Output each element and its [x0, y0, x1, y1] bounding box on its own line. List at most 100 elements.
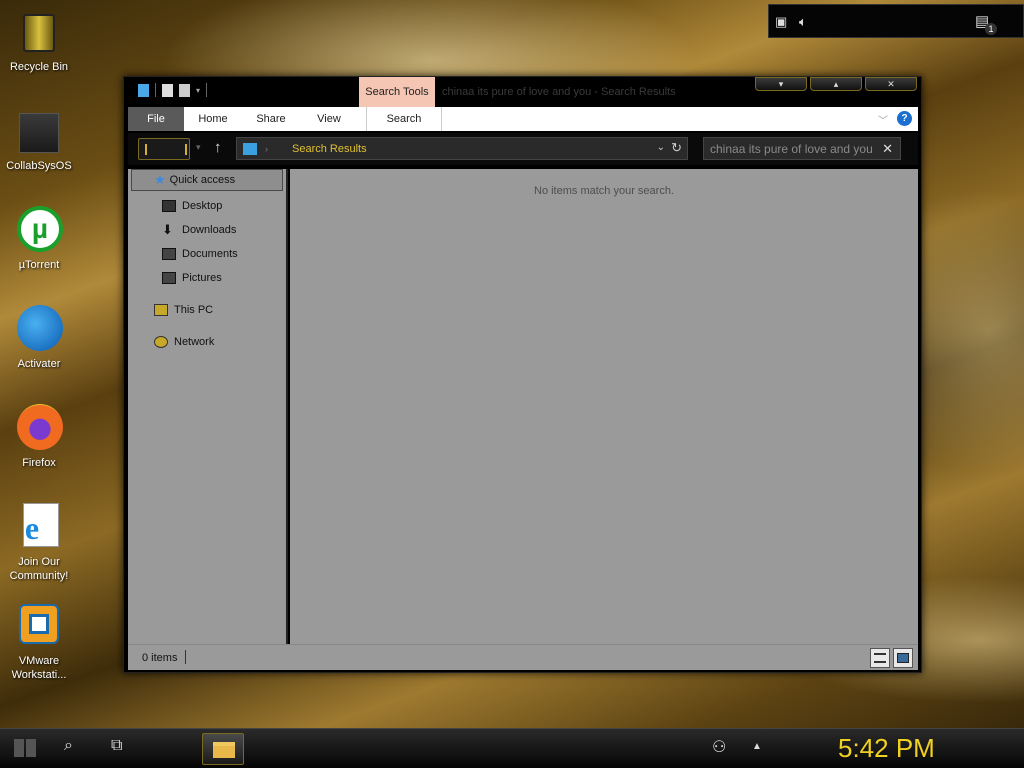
close-icon: ✕	[887, 79, 895, 89]
desktop-icon	[162, 200, 176, 212]
large-icons-view-button[interactable]	[893, 648, 913, 668]
refresh-icon[interactable]: ↻	[671, 140, 682, 156]
nav-item-documents[interactable]: Documents	[162, 243, 238, 265]
notification-count-badge: 1	[985, 23, 997, 35]
caption-buttons: ▾ ▴ ✕	[755, 77, 917, 91]
search-icon[interactable]: ⌕	[64, 737, 73, 755]
desktop-icon-activater[interactable]: Activater	[4, 305, 74, 371]
window-title: chinaa its pure of love and you - Search…	[442, 86, 676, 98]
nav-item-label: This PC	[174, 304, 214, 316]
nav-item-quick-access[interactable]: ★ Quick access	[131, 169, 283, 191]
chevron-up-icon: ▴	[833, 79, 839, 89]
network-status-icon[interactable]: ▣	[775, 14, 787, 30]
large-icons-view-icon	[897, 653, 909, 663]
details-view-button[interactable]	[870, 648, 890, 668]
activater-icon	[15, 305, 63, 353]
minimize-button[interactable]: ▾	[755, 77, 807, 91]
nav-item-label: Downloads	[182, 224, 237, 236]
file-list[interactable]: No items match your search.	[290, 169, 918, 644]
desktop-icon-vmware[interactable]: VMware Workstati...	[4, 602, 74, 682]
desktop-icon-firefox[interactable]: Firefox	[4, 404, 74, 470]
properties-icon[interactable]	[162, 83, 173, 97]
chevron-down-icon[interactable]: ▾	[196, 86, 200, 95]
desktop-icon-label: VMware Workstati...	[11, 655, 67, 681]
tab-file[interactable]: File	[128, 107, 184, 131]
folder-icon[interactable]	[138, 83, 149, 97]
download-arrow-icon: ⬇	[162, 222, 173, 237]
taskbar-clock[interactable]: 5:42 PM	[838, 733, 935, 764]
desktop-icon-label: µTorrent	[18, 259, 60, 271]
nav-item-label: Documents	[182, 248, 238, 260]
navigation-pane: ★ Quick access Desktop ⬇ Downloads Docum…	[128, 169, 288, 644]
empty-search-message: No items match your search.	[534, 185, 674, 197]
show-hidden-icons-chevron-icon[interactable]: ▲	[752, 741, 762, 752]
separator	[155, 83, 156, 97]
nav-item-desktop[interactable]: Desktop	[162, 195, 222, 217]
task-view-icon[interactable]: ⧉	[111, 737, 122, 755]
utorrent-icon: µ	[15, 206, 63, 254]
ribbon-tabs: File Home Share View Search ﹀ ?	[128, 107, 918, 131]
up-arrow-icon[interactable]: ↑	[214, 139, 222, 156]
file-explorer-icon	[213, 742, 235, 758]
search-box: ✕	[703, 137, 901, 160]
search-input[interactable]	[710, 138, 874, 159]
desktop-icon-collabsysos[interactable]: CollabSysOS	[4, 107, 74, 173]
breadcrumb-search-results[interactable]: Search Results	[292, 143, 367, 155]
chevron-down-icon: ▾	[778, 79, 784, 89]
nav-item-this-pc[interactable]: This PC	[154, 299, 213, 321]
tab-share[interactable]: Share	[242, 107, 300, 131]
network-icon	[154, 336, 168, 348]
vmware-icon	[15, 602, 63, 650]
start-windows-icon[interactable]	[14, 739, 36, 757]
folder-icon	[15, 107, 63, 155]
search-folder-icon	[243, 142, 257, 155]
tab-view[interactable]: View	[300, 107, 358, 131]
desktop-icon-label: Join Our Community!	[9, 556, 69, 582]
desktop-icon-join-community[interactable]: e Join Our Community!	[4, 503, 74, 583]
nav-item-label: Desktop	[182, 200, 223, 212]
item-count: 0 items	[142, 652, 178, 664]
explorer-window: ▾ Search Tools chinaa its pure of love a…	[123, 76, 922, 673]
internet-explorer-icon: e	[15, 503, 63, 551]
maximize-button[interactable]: ▴	[810, 77, 862, 91]
tab-home[interactable]: Home	[184, 107, 242, 131]
computer-icon	[154, 304, 168, 316]
clear-search-close-icon[interactable]: ✕	[882, 141, 893, 157]
nav-item-label: Quick access	[169, 174, 236, 186]
new-folder-icon[interactable]	[179, 83, 190, 97]
back-forward-buttons[interactable]	[138, 138, 190, 160]
taskbar-file-explorer-button[interactable]	[202, 733, 244, 765]
desktop-icon-label: Firefox	[22, 457, 56, 469]
details-view-icon	[874, 653, 886, 663]
nav-item-network[interactable]: Network	[154, 331, 214, 353]
help-icon[interactable]: ?	[897, 111, 912, 126]
firefox-icon	[15, 404, 63, 452]
nav-item-downloads[interactable]: ⬇ Downloads	[162, 219, 236, 241]
address-toolbar: ▾ ↑ › Search Results ⌄ ↻ ✕	[128, 133, 918, 165]
expand-ribbon-chevron-icon[interactable]: ﹀	[878, 112, 888, 127]
system-tray: ▣ 🔈︎ ▤ 1	[768, 4, 1024, 38]
volume-muted-icon[interactable]: 🔈︎	[799, 14, 807, 30]
search-tools-context-tab: Search Tools	[359, 77, 435, 107]
title-bar[interactable]: ▾ Search Tools chinaa its pure of love a…	[124, 77, 921, 107]
nav-item-label: Network	[174, 336, 215, 348]
desktop-icon-label: CollabSysOS	[6, 160, 72, 172]
separator	[206, 83, 208, 97]
desktop-icon-utorrent[interactable]: µ µTorrent	[4, 206, 74, 272]
address-bar[interactable]: › Search Results ⌄ ↻	[236, 137, 688, 160]
nav-item-label: Pictures	[182, 272, 222, 284]
tab-search[interactable]: Search	[366, 107, 442, 131]
recycle-bin-icon	[15, 8, 63, 56]
address-dropdown-chevron-icon[interactable]: ⌄	[657, 142, 665, 153]
documents-icon	[162, 248, 176, 260]
close-button[interactable]: ✕	[865, 77, 917, 91]
people-icon[interactable]: ⚇	[712, 737, 726, 757]
pictures-icon	[162, 272, 176, 284]
nav-item-pictures[interactable]: Pictures	[162, 267, 222, 289]
desktop-icon-label: Recycle Bin	[9, 61, 69, 73]
recent-locations-chevron-icon[interactable]: ▾	[196, 142, 201, 153]
desktop-icon-recycle-bin[interactable]: Recycle Bin	[4, 8, 74, 74]
status-separator	[185, 650, 186, 664]
desktop-icon-label: Activater	[17, 358, 61, 370]
breadcrumb-separator-icon[interactable]: ›	[265, 144, 268, 154]
